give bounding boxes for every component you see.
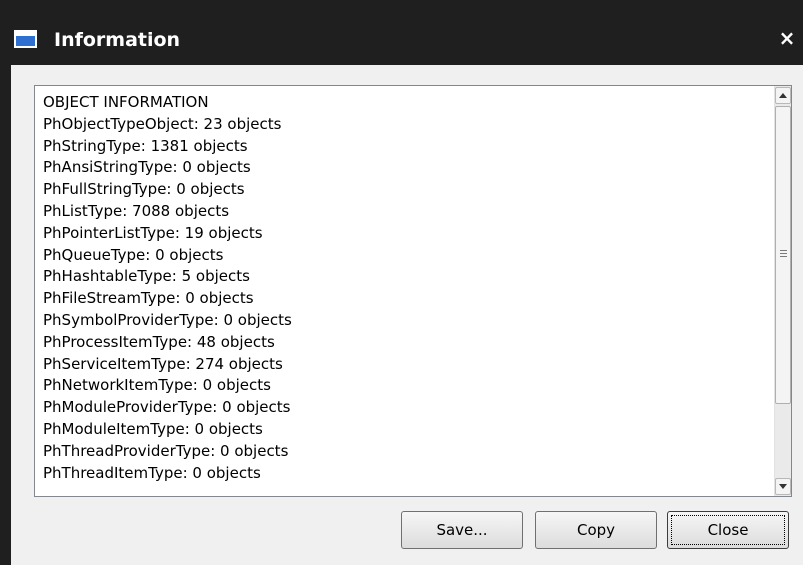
text-line: PhAnsiStringType: 0 objects [43, 158, 251, 177]
scroll-up-button[interactable] [775, 87, 791, 104]
text-line: PhModuleProviderType: 0 objects [43, 398, 291, 417]
window-icon [14, 30, 37, 48]
vertical-scrollbar[interactable] [774, 86, 791, 496]
text-line: PhStringType: 1381 objects [43, 136, 248, 155]
text-line: PhPointerListType: 19 objects [43, 223, 263, 242]
text-line: PhFullStringType: 0 objects [43, 180, 245, 199]
text-line: PhThreadItemType: 0 objects [43, 463, 261, 482]
text-line: OBJECT INFORMATION [43, 93, 209, 111]
text-line: PhThreadProviderType: 0 objects [43, 441, 289, 460]
text-line: PhModuleItemType: 0 objects [43, 419, 263, 438]
arrow-up-icon [779, 93, 787, 98]
text-line: PhServiceItemType: 274 objects [43, 354, 283, 373]
text-line: PhProcessItemType: 48 objects [43, 332, 275, 351]
dialog-body: OBJECT INFORMATION PhObjectTypeObject: 2… [11, 65, 803, 565]
scrollbar-thumb[interactable] [775, 106, 791, 404]
scroll-down-button[interactable] [775, 478, 791, 495]
close-icon[interactable]: × [776, 26, 798, 50]
save-button[interactable]: Save... [401, 511, 523, 549]
text-line: PhListType: 7088 objects [43, 201, 230, 220]
arrow-down-icon [779, 484, 787, 489]
dialog-title: Information [54, 29, 181, 51]
information-textbox[interactable]: OBJECT INFORMATION PhObjectTypeObject: 2… [34, 85, 792, 497]
grip-icon [780, 250, 787, 258]
text-line: PhQueueType: 0 objects [43, 245, 224, 264]
title-bar[interactable]: Information × [0, 0, 803, 65]
text-line: PhNetworkItemType: 0 objects [43, 376, 271, 395]
close-button[interactable]: Close [667, 511, 789, 549]
text-line: PhSymbolProviderType: 0 objects [43, 310, 292, 329]
text-line: PhObjectTypeObject: 23 objects [43, 114, 282, 133]
text-line: PhHashtableType: 5 objects [43, 267, 250, 286]
information-text: OBJECT INFORMATION PhObjectTypeObject: 2… [43, 92, 758, 484]
text-line: PhFileStreamType: 0 objects [43, 289, 254, 308]
copy-button[interactable]: Copy [535, 511, 657, 549]
information-dialog: Information × OBJECT INFORMATION PhObjec… [0, 0, 803, 565]
